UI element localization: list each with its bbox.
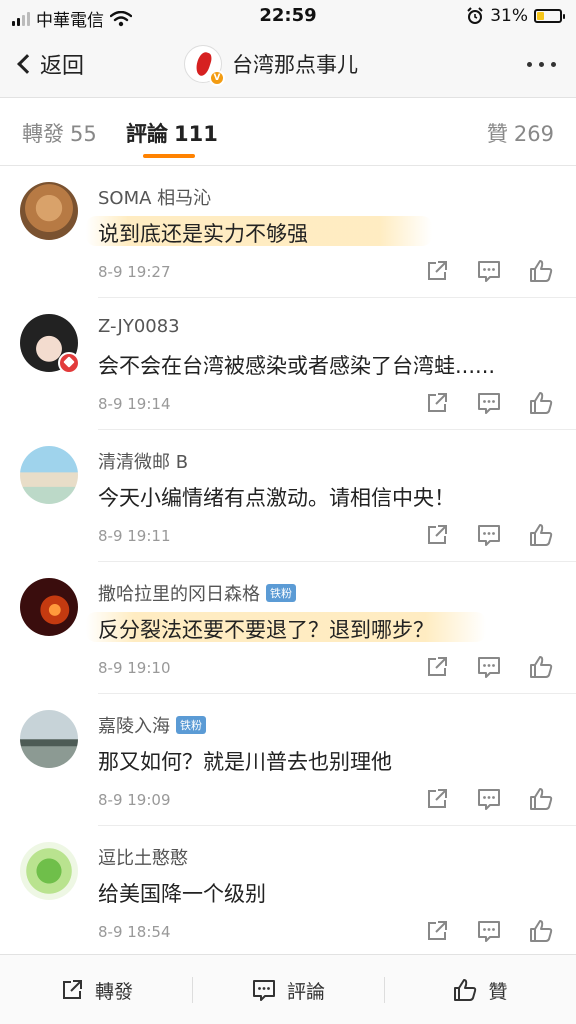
comment-actions <box>424 654 554 680</box>
author-name[interactable]: SOMA 相马沁 <box>98 184 211 210</box>
active-tab-indicator <box>143 154 195 158</box>
battery-icon <box>534 9 565 23</box>
more-options-icon[interactable] <box>527 62 556 67</box>
comment-icon[interactable] <box>476 522 502 548</box>
comment-author[interactable]: Z-JY0083 <box>98 316 180 337</box>
comment-time: 8-9 18:54 <box>98 923 171 941</box>
comment-label: 評論 <box>286 980 325 1003</box>
tab-likes[interactable]: 贊 269 <box>487 118 554 148</box>
tab-comments-count: 111 <box>174 122 218 146</box>
comment-icon <box>252 980 275 1001</box>
comment-icon[interactable] <box>476 918 502 944</box>
comment-button[interactable]: 評論 <box>192 955 384 1024</box>
repost-button[interactable]: 轉發 <box>0 955 192 1024</box>
tab-comments-label: 評論 <box>126 122 168 146</box>
chevron-left-icon <box>17 54 37 74</box>
author-name[interactable]: 逗比土憨憨 <box>98 844 188 870</box>
comment-icon[interactable] <box>476 390 502 416</box>
comment-text: 今天小编情绪有点激动。请相信中央！ <box>98 486 455 510</box>
comment-author[interactable]: SOMA 相马沁 <box>98 184 211 210</box>
comment-item: SOMA 相马沁 说到底还是实力不够强 8-9 19:27 <box>0 166 576 298</box>
tab-bar: 轉發 55 評論 111 贊 269 <box>0 98 576 166</box>
comment-text: 给美国降一个级别 <box>98 882 266 906</box>
fan-badge: 铁粉 <box>266 584 296 602</box>
avatar[interactable] <box>20 578 78 636</box>
author-name[interactable]: 撒哈拉里的冈日森格 <box>98 580 260 606</box>
avatar[interactable] <box>20 182 78 240</box>
comment-text: 那又如何？就是川普去也别理他 <box>98 750 392 774</box>
comment-time: 8-9 19:10 <box>98 659 171 677</box>
share-icon[interactable] <box>424 258 450 284</box>
avatar[interactable] <box>20 710 78 768</box>
comment-item: 嘉陵入海 铁粉 那又如何？就是川普去也别理他 8-9 19:09 <box>0 694 576 826</box>
status-bar: 中華電信 22:59 31% <box>0 0 576 32</box>
tab-repost-count: 55 <box>70 122 97 146</box>
comment-time: 8-9 19:09 <box>98 791 171 809</box>
author-name[interactable]: 嘉陵入海 <box>98 712 170 738</box>
comment-item: 清清微邮 B 今天小编情绪有点激动。请相信中央！ 8-9 19:11 <box>0 430 576 562</box>
like-icon[interactable] <box>528 918 554 944</box>
comment-list: SOMA 相马沁 说到底还是实力不够强 8-9 19:27 Z-JY0083 会… <box>0 166 576 958</box>
avatar[interactable] <box>20 842 78 900</box>
tab-repost[interactable]: 轉發 55 <box>22 118 97 148</box>
like-icon[interactable] <box>528 786 554 812</box>
tab-likes-count: 269 <box>513 122 554 146</box>
like-icon[interactable] <box>528 522 554 548</box>
comment-time: 8-9 19:11 <box>98 527 171 545</box>
like-icon <box>454 979 477 1001</box>
comment-time: 8-9 19:27 <box>98 263 171 281</box>
comment-author[interactable]: 逗比土憨憨 <box>98 844 188 870</box>
comment-time: 8-9 19:14 <box>98 395 171 413</box>
avatar[interactable] <box>20 446 78 504</box>
like-button[interactable]: 贊 <box>384 955 576 1024</box>
account-header[interactable]: V 台湾那点事儿 <box>184 45 358 86</box>
comment-text: 说到底还是实力不够强 <box>98 222 308 246</box>
comment-text: 会不会在台湾被感染或者感染了台湾蛙...... <box>98 354 496 378</box>
tab-comments[interactable]: 評論 111 <box>126 118 218 148</box>
verified-badge: V <box>209 70 225 86</box>
comment-author[interactable]: 撒哈拉里的冈日森格 铁粉 <box>98 580 296 606</box>
like-icon[interactable] <box>528 654 554 680</box>
repost-label: 轉發 <box>94 980 133 1003</box>
comment-actions <box>424 258 554 284</box>
comment-item: 撒哈拉里的冈日森格 铁粉 反分裂法还要不要退了？退到哪步？ 8-9 19:10 <box>0 562 576 694</box>
bottom-action-bar: 轉發 評論 贊 <box>0 954 576 1024</box>
account-avatar[interactable]: V <box>184 45 225 86</box>
alarm-icon <box>467 7 483 24</box>
comment-author[interactable]: 清清微邮 B <box>98 448 188 474</box>
comment-text: 反分裂法还要不要退了？退到哪步？ <box>98 618 434 642</box>
back-button[interactable]: 返回 <box>14 48 84 80</box>
author-name[interactable]: Z-JY0083 <box>98 316 180 337</box>
comment-actions <box>424 786 554 812</box>
share-icon[interactable] <box>424 918 450 944</box>
comment-actions <box>424 522 554 548</box>
comment-icon[interactable] <box>476 786 502 812</box>
comment-item: Z-JY0083 会不会在台湾被感染或者感染了台湾蛙...... 8-9 19:… <box>0 298 576 430</box>
back-label: 返回 <box>40 54 85 79</box>
share-icon <box>62 980 82 999</box>
share-icon[interactable] <box>424 654 450 680</box>
tab-repost-label: 轉發 <box>22 122 64 146</box>
comment-icon[interactable] <box>476 654 502 680</box>
share-icon[interactable] <box>424 786 450 812</box>
hk-flag-badge-icon <box>58 352 80 374</box>
comment-author[interactable]: 嘉陵入海 铁粉 <box>98 712 206 738</box>
share-icon[interactable] <box>424 390 450 416</box>
comment-actions <box>424 390 554 416</box>
nav-bar: 返回 V 台湾那点事儿 <box>0 32 576 98</box>
comment-icon[interactable] <box>476 258 502 284</box>
share-icon[interactable] <box>424 522 450 548</box>
status-right: 31% <box>466 6 565 26</box>
like-label: 贊 <box>488 980 508 1003</box>
account-name[interactable]: 台湾那点事儿 <box>232 49 358 79</box>
like-icon[interactable] <box>528 390 554 416</box>
like-icon[interactable] <box>528 258 554 284</box>
fan-badge: 铁粉 <box>176 716 206 734</box>
author-name[interactable]: 清清微邮 B <box>98 448 188 474</box>
battery-percent: 31% <box>490 6 528 26</box>
comment-actions <box>424 918 554 944</box>
tab-likes-label: 贊 <box>486 122 508 146</box>
comment-item: 逗比土憨憨 给美国降一个级别 8-9 18:54 <box>0 826 576 958</box>
